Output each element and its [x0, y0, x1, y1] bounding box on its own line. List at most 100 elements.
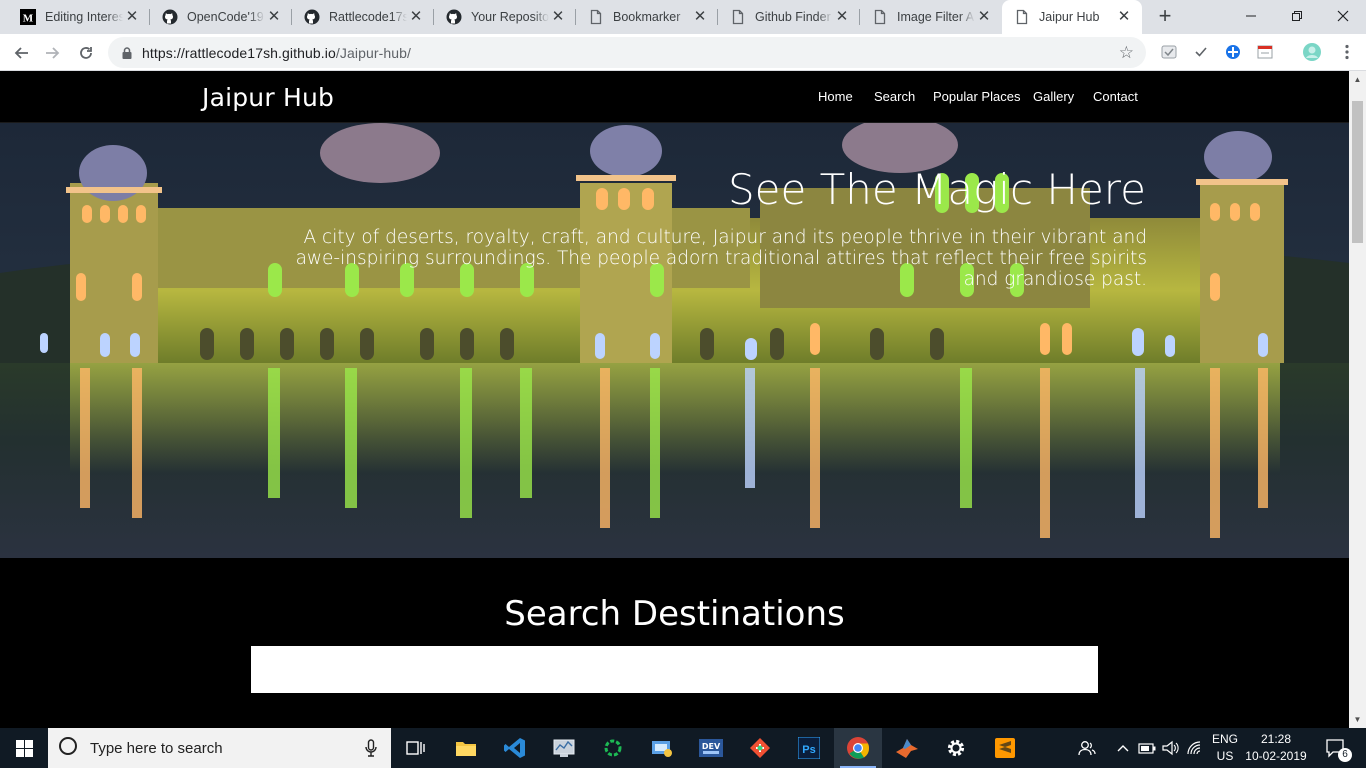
system-monitor-icon[interactable] — [540, 728, 588, 768]
browser-tab-active[interactable]: Jaipur Hub ✕ — [1002, 0, 1142, 34]
page-icon — [588, 9, 604, 25]
tab-title: Rattlecode17sh — [329, 10, 407, 24]
url-text: https://rattlecode17sh.github.io/Jaipur-… — [142, 45, 411, 61]
site-brand[interactable]: Jaipur Hub — [202, 83, 334, 112]
control-panel-icon[interactable] — [638, 728, 686, 768]
task-view-icon[interactable] — [392, 728, 440, 768]
svg-text:M: M — [23, 13, 34, 25]
github-icon — [446, 9, 462, 25]
close-tab-icon[interactable]: ✕ — [266, 9, 282, 25]
close-tab-icon[interactable]: ✕ — [124, 9, 140, 25]
address-bar[interactable]: https://rattlecode17sh.github.io/Jaipur-… — [108, 37, 1146, 68]
extension-check-box-icon[interactable] — [1160, 43, 1178, 61]
nav-link-contact[interactable]: Contact — [1093, 89, 1138, 104]
github-icon — [162, 9, 178, 25]
vscode-icon[interactable] — [491, 728, 539, 768]
taskbar-clock[interactable]: 21:28 10-02-2019 — [1244, 731, 1308, 765]
hero-background-image — [0, 123, 1349, 558]
nav-link-popular-places[interactable]: Popular Places — [933, 89, 1020, 104]
scroll-down-arrow-icon[interactable]: ▼ — [1349, 711, 1366, 728]
profile-avatar[interactable] — [1302, 42, 1322, 62]
cortana-circle-icon — [58, 736, 78, 761]
new-tab-button[interactable]: + — [1153, 5, 1177, 29]
browser-tab[interactable]: Rattlecode17sh ✕ — [292, 0, 434, 34]
photoshop-icon[interactable]: Ps — [785, 728, 833, 768]
svg-text:DEV: DEV — [702, 742, 721, 751]
forward-icon[interactable] — [39, 39, 67, 67]
language-code: ENG — [1211, 732, 1238, 746]
file-explorer-icon[interactable] — [442, 728, 490, 768]
page-scrollbar[interactable]: ▲ ▼ — [1349, 71, 1366, 728]
url-host: https://rattlecode17sh.github.io — [142, 44, 336, 61]
wifi-icon[interactable] — [1184, 728, 1206, 768]
browser-tab[interactable]: Bookmarker ✕ — [576, 0, 718, 34]
browser-tab[interactable]: Github Finder ✕ — [718, 0, 860, 34]
region-code: US — [1216, 749, 1234, 763]
minimize-button[interactable] — [1228, 0, 1274, 32]
lock-icon — [120, 46, 134, 60]
windows-start-icon[interactable] — [0, 728, 48, 768]
git-kraken-icon[interactable] — [736, 728, 784, 768]
svg-text:Ps: Ps — [802, 744, 815, 756]
tab-title: Editing Interesting — [45, 10, 123, 24]
browser-tab[interactable]: Your Repositories ✕ — [434, 0, 576, 34]
people-icon[interactable] — [1074, 728, 1100, 768]
battery-icon[interactable] — [1136, 728, 1158, 768]
hero-title: See The Magic Here — [727, 165, 1146, 214]
url-path: /Jaipur-hub/ — [335, 44, 412, 61]
back-icon[interactable] — [7, 39, 35, 67]
sync-app-icon[interactable] — [589, 728, 637, 768]
close-tab-icon[interactable]: ✕ — [1116, 9, 1132, 25]
input-language-indicator[interactable]: ENG US — [1208, 731, 1242, 765]
chrome-icon[interactable] — [834, 728, 882, 768]
taskbar-search-box[interactable]: Type here to search — [48, 728, 391, 768]
clock-time: 21:28 — [1260, 732, 1292, 746]
extension-check-icon[interactable] — [1192, 43, 1210, 61]
action-center-icon[interactable]: 6 — [1318, 728, 1354, 768]
browser-tab[interactable]: OpenCode'19 ✕ — [150, 0, 292, 34]
extension-calendar-icon[interactable] — [1256, 43, 1274, 61]
settings-gear-icon[interactable] — [932, 728, 980, 768]
page-icon — [730, 9, 746, 25]
page-icon — [1014, 9, 1030, 25]
reload-icon[interactable] — [72, 39, 100, 67]
destination-search-input[interactable] — [251, 646, 1098, 693]
scrollbar-thumb[interactable] — [1352, 101, 1363, 243]
medium-icon: M — [20, 9, 36, 25]
browser-tab[interactable]: M Editing Interesting ✕ — [8, 0, 150, 34]
browser-tab[interactable]: Image Filter App ✕ — [860, 0, 1002, 34]
restore-button[interactable] — [1274, 0, 1320, 32]
close-tab-icon[interactable]: ✕ — [550, 9, 566, 25]
sublime-text-icon[interactable] — [981, 728, 1029, 768]
page-viewport: Jaipur Hub Home Search Popular Places Ga… — [0, 71, 1349, 728]
show-hidden-icons-chevron-icon[interactable] — [1114, 728, 1132, 768]
notification-count-badge: 6 — [1338, 748, 1352, 762]
bookmark-star-icon[interactable]: ☆ — [1119, 43, 1134, 63]
matlab-icon[interactable] — [883, 728, 931, 768]
close-window-button[interactable] — [1320, 0, 1366, 32]
search-section: Search Destinations — [0, 558, 1349, 728]
tab-title: Image Filter App — [897, 10, 975, 24]
browser-toolbar: https://rattlecode17sh.github.io/Jaipur-… — [0, 34, 1366, 71]
close-tab-icon[interactable]: ✕ — [976, 9, 992, 25]
volume-icon[interactable] — [1160, 728, 1182, 768]
github-icon — [304, 9, 320, 25]
microphone-icon[interactable] — [365, 739, 377, 762]
hero-description: A city of deserts, royalty, craft, and c… — [295, 227, 1147, 290]
scroll-up-arrow-icon[interactable]: ▲ — [1349, 71, 1366, 88]
nav-link-search[interactable]: Search — [874, 89, 915, 104]
close-tab-icon[interactable]: ✕ — [834, 9, 850, 25]
close-tab-icon[interactable]: ✕ — [408, 9, 424, 25]
extension-globe-icon[interactable] — [1224, 43, 1242, 61]
nav-link-gallery[interactable]: Gallery — [1033, 89, 1074, 104]
nav-link-home[interactable]: Home — [818, 89, 853, 104]
search-section-title: Search Destinations — [504, 594, 845, 634]
tab-title: OpenCode'19 — [187, 10, 264, 24]
tab-title: Bookmarker — [613, 10, 681, 24]
tab-title: Your Repositories — [471, 10, 549, 24]
dev-app-icon[interactable]: DEV — [687, 728, 735, 768]
browser-menu-icon[interactable] — [1338, 43, 1356, 61]
taskbar-search-placeholder: Type here to search — [90, 739, 223, 757]
hero-section: See The Magic Here A city of deserts, ro… — [0, 123, 1349, 558]
close-tab-icon[interactable]: ✕ — [692, 9, 708, 25]
